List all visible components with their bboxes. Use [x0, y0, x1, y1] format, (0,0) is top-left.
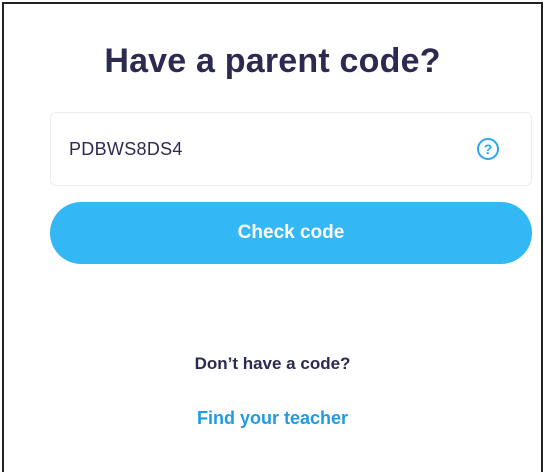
parent-code-panel: Have a parent code? ? Check code Don’t h… — [2, 2, 543, 472]
check-code-button[interactable]: Check code — [50, 202, 532, 264]
find-your-teacher-link[interactable]: Find your teacher — [197, 408, 348, 428]
question-circle-icon[interactable]: ? — [477, 138, 499, 160]
page-title: Have a parent code? — [104, 42, 441, 80]
parent-code-input[interactable] — [69, 113, 449, 185]
no-code-prompt: Don’t have a code? — [194, 354, 351, 373]
parent-code-field[interactable]: ? — [50, 112, 532, 186]
find-teacher-container: Find your teacher — [4, 408, 541, 429]
